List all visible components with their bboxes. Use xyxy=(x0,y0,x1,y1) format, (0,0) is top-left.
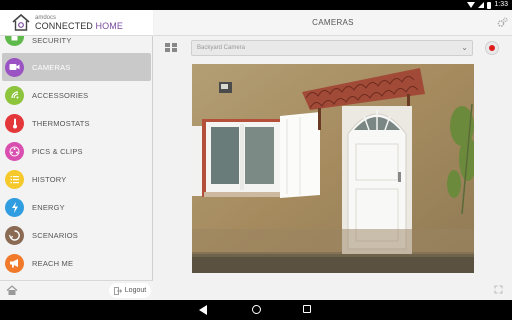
wifi-icon xyxy=(5,85,24,105)
brand-title-main: CONNECTED xyxy=(35,21,93,31)
camera-select[interactable]: Backyard Camera ⌄ xyxy=(191,40,473,56)
status-bar: 1:33 xyxy=(0,0,512,10)
home-circle-icon[interactable] xyxy=(252,305,261,314)
sidebar-item-energy[interactable]: ENERGY xyxy=(0,193,153,221)
brand-title-accent: HOME xyxy=(95,21,123,31)
page-title: CAMERAS xyxy=(312,18,354,27)
sidebar-item-label: SECURITY xyxy=(32,36,72,45)
sidebar-item-cameras[interactable]: CAMERAS xyxy=(2,53,151,81)
wifi-signal-icon xyxy=(467,2,476,8)
megaphone-icon xyxy=(5,253,24,273)
scenario-icon xyxy=(5,225,24,245)
sidebar-item-scenarios[interactable]: SCENARIOS xyxy=(0,221,153,249)
sidebar-item-label: REACH ME xyxy=(32,258,74,268)
grid-view-icon[interactable] xyxy=(165,43,177,52)
recent-apps-icon[interactable] xyxy=(303,305,311,313)
battery-icon xyxy=(487,1,492,9)
sidebar-item-reach-me[interactable]: REACH ME xyxy=(0,249,153,277)
main-header: CAMERAS xyxy=(154,10,512,36)
status-time: 1:33 xyxy=(494,1,508,8)
sidebar-item-thermostats[interactable]: THERMOSTATS xyxy=(0,109,153,137)
sidebar-item-label: ACCESSORIES xyxy=(32,90,89,100)
cell-signal-icon xyxy=(478,2,485,8)
settings-gear-icon[interactable] xyxy=(497,17,508,28)
app-window: amdocs CONNECTED HOME SECURITY CAMERAS A… xyxy=(0,10,512,300)
camera-toolbar: Backyard Camera ⌄ xyxy=(154,36,512,62)
record-button[interactable] xyxy=(485,41,499,55)
logout-button[interactable]: Logout xyxy=(109,283,151,298)
sidebar-item-label: CAMERAS xyxy=(32,62,71,72)
sidebar: amdocs CONNECTED HOME SECURITY CAMERAS A… xyxy=(0,10,153,300)
android-nav-bar xyxy=(0,300,512,320)
sidebar-footer: Logout xyxy=(0,280,153,300)
house-logo-icon xyxy=(12,14,30,31)
camera-select-value: Backyard Camera xyxy=(197,45,246,51)
sidebar-item-security[interactable]: SECURITY xyxy=(0,36,153,46)
sidebar-item-label: PICS & CLIPS xyxy=(32,146,83,156)
sidebar-item-label: ENERGY xyxy=(32,202,65,212)
lightning-icon xyxy=(5,197,24,217)
film-icon xyxy=(5,141,24,161)
record-dot-icon xyxy=(489,45,495,51)
sidebar-item-label: SCENARIOS xyxy=(32,230,78,240)
sidebar-item-accessories[interactable]: ACCESSORIES xyxy=(0,81,153,109)
brand-header: amdocs CONNECTED HOME xyxy=(0,10,153,36)
sidebar-item-label: HISTORY xyxy=(32,174,67,184)
sidebar-item-pics-clips[interactable]: PICS & CLIPS xyxy=(0,137,153,165)
home-icon[interactable] xyxy=(6,285,18,296)
lock-icon xyxy=(5,36,24,46)
back-icon[interactable] xyxy=(199,305,207,315)
logout-label: Logout xyxy=(124,287,147,294)
fullscreen-icon[interactable] xyxy=(494,285,504,295)
thermometer-icon xyxy=(5,113,24,133)
brand-title: CONNECTED HOME xyxy=(35,21,123,31)
list-icon xyxy=(5,169,24,189)
camera-feed[interactable] xyxy=(192,64,474,273)
sidebar-item-history[interactable]: HISTORY xyxy=(0,165,153,193)
chevron-down-icon: ⌄ xyxy=(461,43,468,52)
logout-icon xyxy=(113,286,122,295)
camera-feed-image xyxy=(192,64,474,273)
sidebar-menu: SECURITY CAMERAS ACCESSORIES THERMOSTATS xyxy=(0,36,153,277)
sidebar-item-label: THERMOSTATS xyxy=(32,118,90,128)
video-camera-icon xyxy=(5,57,24,77)
main-panel: CAMERAS Backyard Camera ⌄ xyxy=(154,10,512,300)
